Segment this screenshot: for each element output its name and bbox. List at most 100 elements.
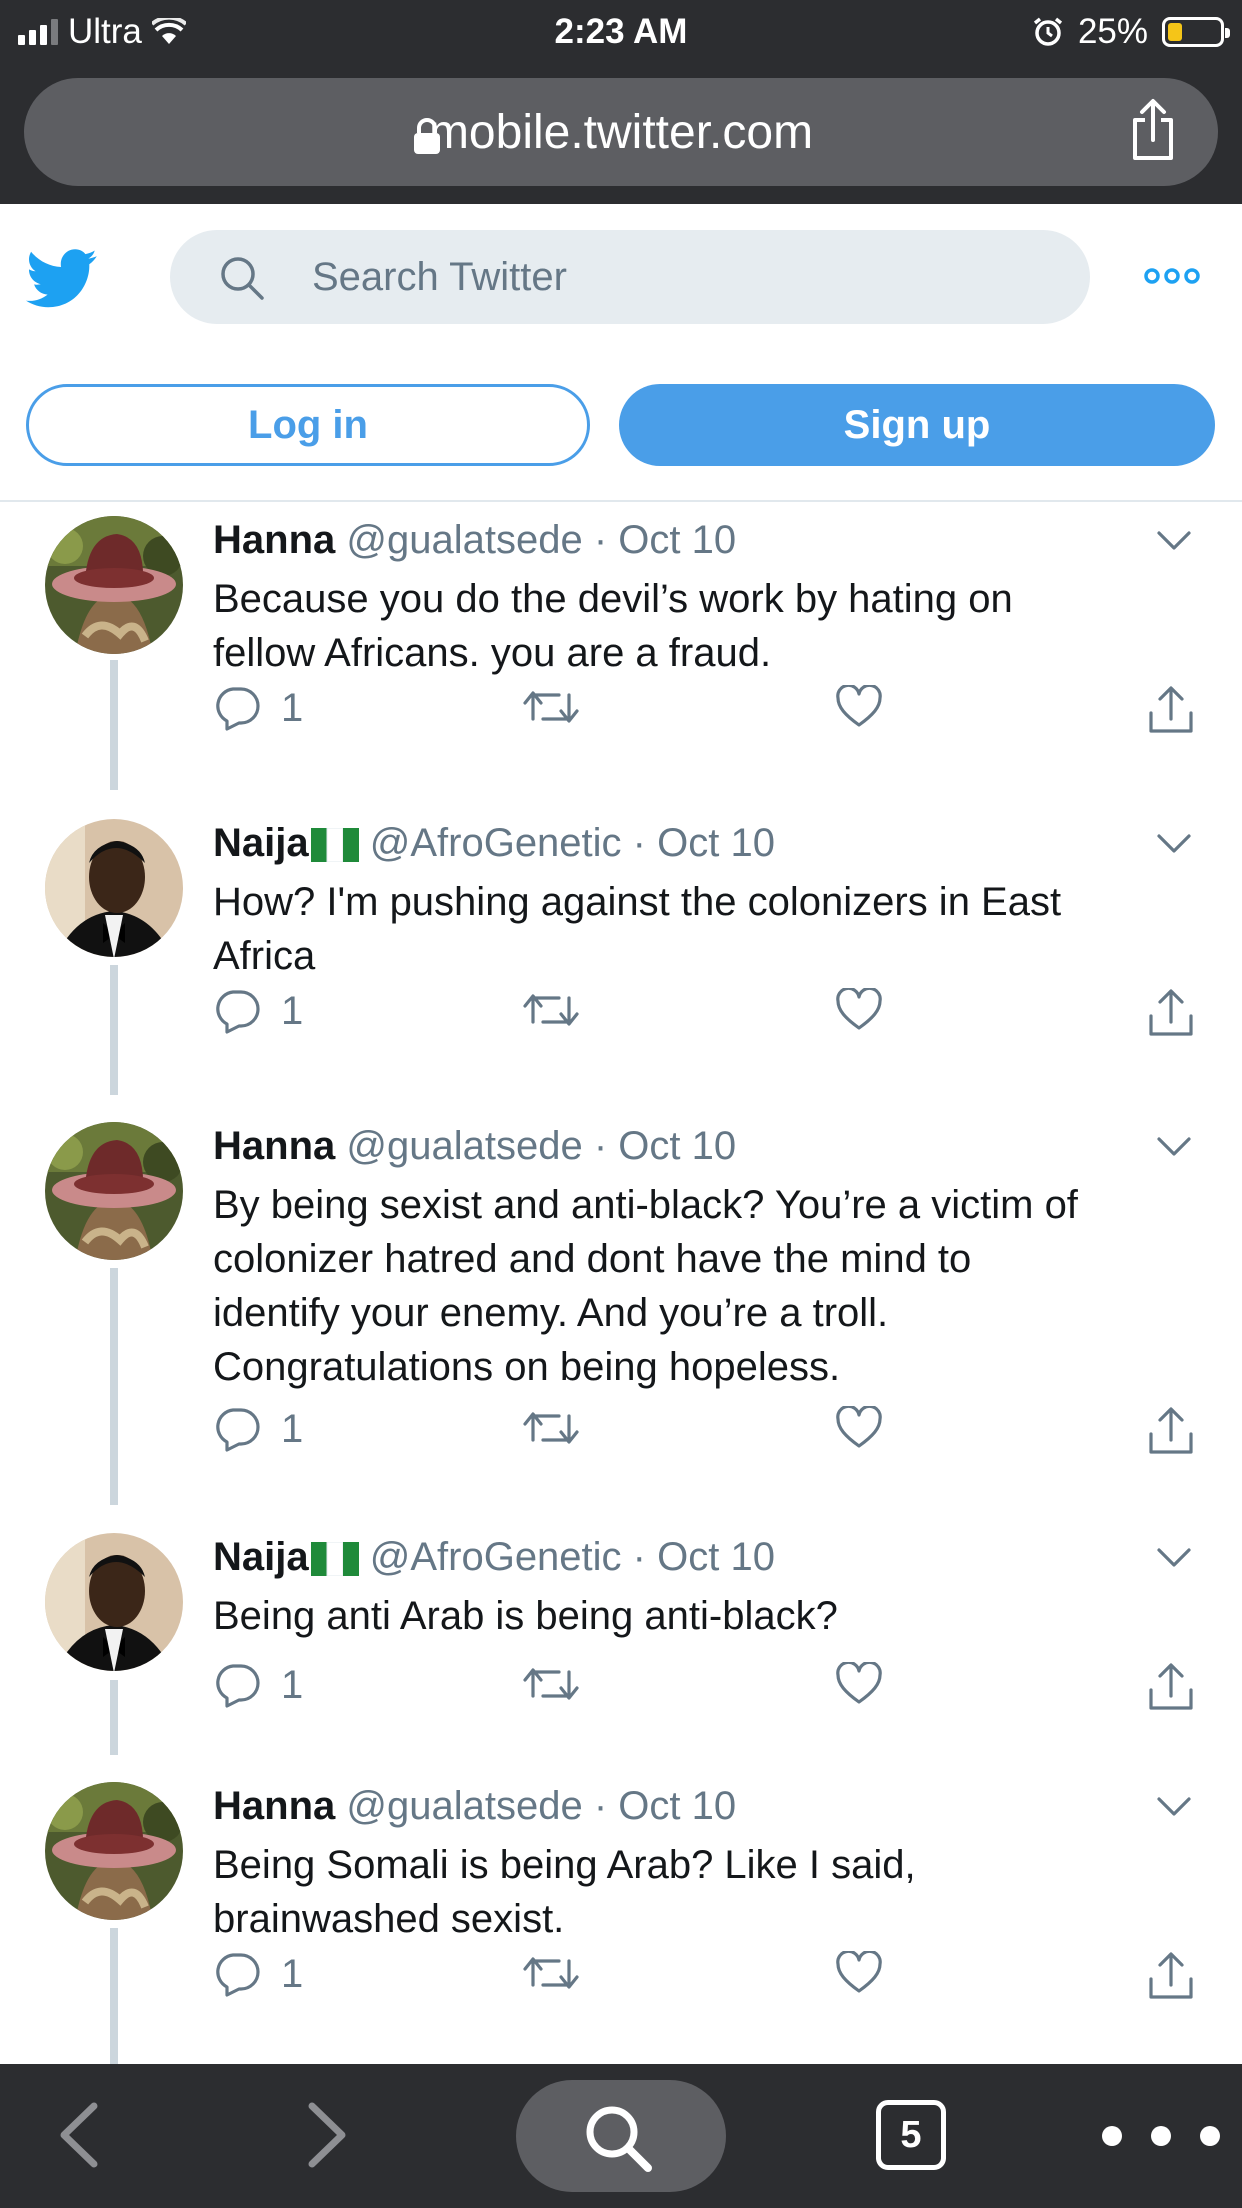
reply-button[interactable]: 1 bbox=[213, 685, 303, 731]
toolbar-search-button[interactable] bbox=[516, 2080, 726, 2192]
avatar[interactable] bbox=[45, 516, 183, 654]
status-bar: Ultra 2:23 AM 25% bbox=[0, 0, 1242, 64]
display-name[interactable]: Naija bbox=[213, 1535, 309, 1579]
like-icon bbox=[836, 988, 882, 1030]
tweet-text-line: brainwashed sexist. bbox=[213, 1897, 565, 1941]
user-handle[interactable]: @AfroGenetic bbox=[370, 821, 622, 865]
like-button[interactable] bbox=[835, 1406, 883, 1450]
tweet-text-line: identify your enemy. And you’re a troll. bbox=[213, 1291, 889, 1335]
search-icon bbox=[221, 257, 264, 300]
retweet-button[interactable] bbox=[523, 685, 579, 729]
chevron-down-icon[interactable] bbox=[1156, 1547, 1192, 1569]
tweet-text-line: Because you do the devil’s work by hatin… bbox=[213, 577, 1013, 621]
login-button[interactable]: Log in bbox=[26, 384, 590, 466]
url-bar[interactable]: mobile.twitter.com bbox=[24, 78, 1218, 186]
chevron-down-icon[interactable] bbox=[1156, 1796, 1192, 1818]
share-icon[interactable] bbox=[1126, 98, 1180, 162]
user-handle[interactable]: @gualatsede bbox=[346, 1124, 582, 1168]
display-name[interactable]: Naija bbox=[213, 821, 309, 865]
share-icon bbox=[1149, 1407, 1193, 1454]
nigeria-flag-icon bbox=[310, 828, 359, 863]
forward-icon[interactable] bbox=[306, 2100, 350, 2170]
thread-line bbox=[110, 1680, 118, 1755]
tweet-date[interactable]: Oct 10 bbox=[618, 1784, 736, 1828]
retweet-icon bbox=[523, 1412, 579, 1444]
tabs-button[interactable]: 5 bbox=[876, 2100, 946, 2170]
search-box[interactable] bbox=[170, 230, 1090, 324]
tweet-date[interactable]: Oct 10 bbox=[657, 1535, 775, 1579]
reply-button[interactable]: 1 bbox=[213, 1406, 303, 1452]
search-input[interactable] bbox=[312, 230, 1052, 324]
reply-button[interactable]: 1 bbox=[213, 1951, 303, 1997]
reply-button[interactable]: 1 bbox=[213, 1662, 303, 1708]
tweet-date[interactable]: Oct 10 bbox=[657, 821, 775, 865]
like-button[interactable] bbox=[835, 1951, 883, 1995]
chevron-down-icon[interactable] bbox=[1156, 1136, 1192, 1158]
like-icon bbox=[836, 1406, 882, 1448]
reply-button[interactable]: 1 bbox=[213, 988, 303, 1034]
back-icon[interactable] bbox=[56, 2100, 100, 2170]
retweet-button[interactable] bbox=[523, 988, 579, 1032]
share-icon bbox=[1149, 1952, 1193, 1999]
status-right: 25% bbox=[1032, 12, 1230, 52]
tweet-text: How? I'm pushing against the colonizers … bbox=[213, 875, 1203, 983]
like-button[interactable] bbox=[835, 1662, 883, 1706]
share-button[interactable] bbox=[1147, 1406, 1195, 1456]
avatar[interactable] bbox=[45, 819, 183, 957]
tweet-text: Being anti Arab is being anti-black? bbox=[213, 1589, 1203, 1643]
reply-count: 1 bbox=[281, 1662, 304, 1707]
user-handle[interactable]: @gualatsede bbox=[346, 518, 582, 562]
tweet-date[interactable]: Oct 10 bbox=[618, 1124, 736, 1168]
tweet-text-line: colonizer hatred and dont have the mind … bbox=[213, 1237, 972, 1281]
tweet-text: By being sexist and anti-black? You’re a… bbox=[213, 1178, 1203, 1394]
share-button[interactable] bbox=[1147, 1951, 1195, 2001]
share-button[interactable] bbox=[1147, 988, 1195, 1038]
nigeria-flag-icon bbox=[310, 1542, 359, 1577]
tweet-text-line: fellow Africans. you are a fraud. bbox=[213, 631, 772, 675]
tweet-text-line: Being anti Arab is being anti-black? bbox=[213, 1594, 838, 1638]
chevron-down-icon[interactable] bbox=[1156, 833, 1192, 855]
avatar[interactable] bbox=[45, 1122, 183, 1260]
signup-button[interactable]: Sign up bbox=[619, 384, 1215, 466]
browser-toolbar: 5 bbox=[0, 2064, 1242, 2208]
tweet-header: Hanna @gualatsede · Oct 10 bbox=[213, 1784, 736, 1829]
reply-count: 1 bbox=[281, 1406, 304, 1451]
like-button[interactable] bbox=[835, 988, 883, 1032]
reply-count: 1 bbox=[281, 1951, 304, 1996]
avatar[interactable] bbox=[45, 1782, 183, 1920]
meta-separator: · bbox=[582, 1784, 619, 1828]
like-button[interactable] bbox=[835, 685, 883, 729]
display-name[interactable]: Hanna bbox=[213, 1124, 335, 1168]
url-text: mobile.twitter.com bbox=[428, 106, 814, 159]
retweet-button[interactable] bbox=[523, 1662, 579, 1706]
avatar[interactable] bbox=[45, 1533, 183, 1671]
retweet-button[interactable] bbox=[523, 1951, 579, 1995]
tweet-actions: 1 bbox=[213, 685, 1203, 745]
more-icon[interactable] bbox=[1100, 2124, 1222, 2148]
thread-line bbox=[110, 965, 118, 1095]
display-name[interactable]: Hanna bbox=[213, 1784, 335, 1828]
meta-separator: · bbox=[621, 1535, 658, 1579]
tweet-header: Naija @AfroGenetic · Oct 10 bbox=[213, 821, 775, 866]
browser-chrome: Ultra 2:23 AM 25% mobile.twitter.com bbox=[0, 0, 1242, 204]
chevron-down-icon[interactable] bbox=[1156, 530, 1192, 552]
user-handle[interactable]: @gualatsede bbox=[346, 1784, 582, 1828]
battery-percent: 25% bbox=[1077, 12, 1148, 51]
tweet-text-line: By being sexist and anti-black? You’re a… bbox=[213, 1183, 1078, 1227]
display-name[interactable]: Hanna bbox=[213, 518, 335, 562]
tweet-text-line: Being Somali is being Arab? Like I said, bbox=[213, 1843, 916, 1887]
thread-line bbox=[110, 660, 118, 790]
retweet-icon bbox=[523, 994, 579, 1026]
reply-icon bbox=[216, 1408, 260, 1452]
tweet-actions: 1 bbox=[213, 1406, 1203, 1466]
tweet-header: Hanna @gualatsede · Oct 10 bbox=[213, 1124, 736, 1169]
user-handle[interactable]: @AfroGenetic bbox=[370, 1535, 622, 1579]
retweet-icon bbox=[523, 691, 579, 723]
share-button[interactable] bbox=[1147, 685, 1195, 735]
tweet-date[interactable]: Oct 10 bbox=[618, 518, 736, 562]
more-options-icon[interactable] bbox=[1144, 266, 1200, 286]
tweet-text: Because you do the devil’s work by hatin… bbox=[213, 572, 1203, 680]
twitter-bird-icon[interactable] bbox=[26, 248, 98, 310]
retweet-button[interactable] bbox=[523, 1406, 579, 1450]
share-button[interactable] bbox=[1147, 1662, 1195, 1712]
